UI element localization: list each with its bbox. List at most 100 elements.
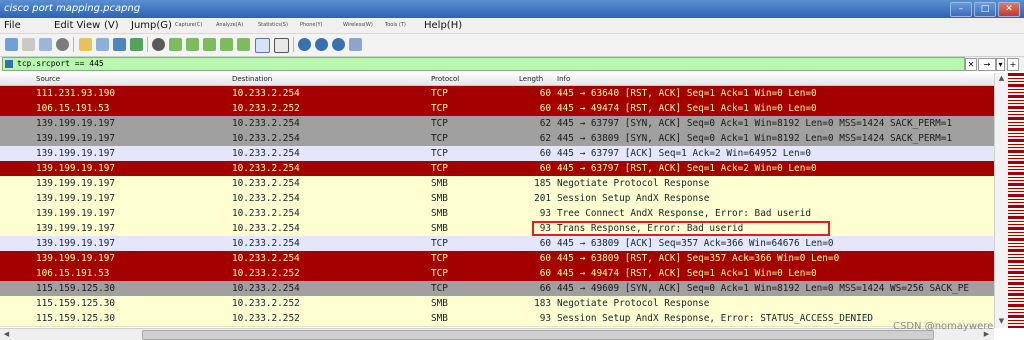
packet-info: 445 → 63809 [SYN, ACK] Seq=0 Ack=1 Win=8… <box>557 133 953 144</box>
clear-filter-icon[interactable]: ✕ <box>965 58 977 71</box>
packet-protocol: SMB <box>431 178 448 189</box>
menu-file[interactable]: File <box>4 18 21 33</box>
packet-length: 60 <box>539 253 551 264</box>
packet-destination: 10.233.2.254 <box>232 223 300 234</box>
packet-row[interactable]: 139.199.19.197 10.233.2.254 SMB 93 Tree Conn… <box>0 206 994 222</box>
packet-row[interactable]: 139.199.19.197 10.233.2.254 TCP 60 445 → 637… <box>0 146 994 162</box>
packet-row[interactable]: 139.199.19.197 10.233.2.254 TCP 62 445 → 637… <box>0 116 994 132</box>
normal-size-icon[interactable] <box>332 38 345 51</box>
column-protocol[interactable]: Protocol <box>431 73 459 85</box>
reload-icon[interactable] <box>130 38 143 51</box>
filter-history-icon[interactable]: ▾ <box>996 58 1005 71</box>
packet-protocol: SMB <box>431 193 448 204</box>
restart-capture-icon[interactable] <box>39 38 52 51</box>
packet-protocol: TCP <box>431 88 448 99</box>
packet-info: 445 → 63797 [ACK] Seq=1 Ack=2 Win=64952 … <box>557 148 811 159</box>
menu-analyze[interactable]: Analyze(A) <box>216 18 243 33</box>
packet-minimap[interactable] <box>1008 73 1024 328</box>
stop-capture-icon[interactable] <box>22 38 35 51</box>
packet-length: 62 <box>539 118 551 129</box>
packet-row[interactable]: 139.199.19.197 10.233.2.254 TCP 60 445 → 638… <box>0 236 994 252</box>
column-source[interactable]: Source <box>36 73 60 85</box>
horizontal-scrollbar[interactable]: ◀ ▶ <box>0 328 994 340</box>
column-info[interactable]: Info <box>557 73 570 85</box>
packet-row[interactable]: 139.199.19.197 10.233.2.254 SMB 201 Session … <box>0 191 994 207</box>
packet-destination: 10.233.2.252 <box>232 103 300 114</box>
menu-tools[interactable]: Tools (T) <box>385 18 406 33</box>
packet-source: 115.159.125.30 <box>36 298 116 309</box>
last-packet-icon[interactable] <box>237 38 250 51</box>
menu-edit-view[interactable]: Edit View <box>54 18 100 33</box>
packet-info: 445 → 63797 [RST, ACK] Seq=1 Ack=2 Win=0… <box>557 163 817 174</box>
packet-row[interactable]: 139.199.19.197 10.233.2.254 TCP 60 445 → 637… <box>0 161 994 177</box>
scroll-left-icon[interactable]: ◀ <box>2 330 11 339</box>
scroll-up-icon[interactable]: ▲ <box>997 74 1006 83</box>
packet-source: 139.199.19.197 <box>36 208 116 219</box>
autoscroll-icon[interactable] <box>255 38 270 53</box>
packet-destination: 10.233.2.252 <box>232 313 300 324</box>
packet-info: Session Setup AndX Response, Error: STAT… <box>557 313 874 324</box>
add-filter-icon[interactable]: + <box>1007 58 1019 71</box>
packet-source: 139.199.19.197 <box>36 193 116 204</box>
column-destination[interactable]: Destination <box>232 73 272 85</box>
display-filter-input[interactable]: tcp.srcport == 445 <box>2 57 965 71</box>
packet-destination: 10.233.2.254 <box>232 253 300 264</box>
packet-row[interactable]: 115.159.125.30 10.233.2.252 SMB 183 Negotiat… <box>0 296 994 312</box>
menu-view[interactable]: (V) <box>104 18 119 33</box>
zoom-in-icon[interactable] <box>298 38 311 51</box>
apply-filter-icon[interactable]: → <box>978 58 996 71</box>
resize-columns-icon[interactable] <box>349 38 362 51</box>
packet-row[interactable]: 106.15.191.53 10.233.2.252 TCP 60 445 → 4947… <box>0 101 994 117</box>
packet-length: 93 <box>539 208 551 219</box>
maximize-button[interactable]: □ <box>974 2 996 17</box>
capture-options-icon[interactable] <box>56 38 69 51</box>
packet-destination: 10.233.2.254 <box>232 193 300 204</box>
packet-source: 115.159.125.30 <box>36 283 116 294</box>
minimize-button[interactable]: – <box>950 2 972 17</box>
packet-row[interactable]: 139.199.19.197 10.233.2.254 SMB 93 Trans Res… <box>0 221 994 237</box>
go-to-packet-icon[interactable] <box>203 38 216 51</box>
close-file-icon[interactable] <box>113 38 126 51</box>
packet-length: 60 <box>539 238 551 249</box>
packet-row[interactable]: 139.199.19.197 10.233.2.254 TCP 62 445 → 638… <box>0 131 994 147</box>
packet-length: 60 <box>539 88 551 99</box>
menu-jump[interactable]: Jump(G) <box>131 18 172 33</box>
packet-destination: 10.233.2.252 <box>232 298 300 309</box>
go-back-icon[interactable] <box>169 38 182 51</box>
packet-source: 106.15.191.53 <box>36 268 110 279</box>
packet-info: 445 → 49474 [RST, ACK] Seq=1 Ack=1 Win=0… <box>557 268 817 279</box>
packet-length: 62 <box>539 133 551 144</box>
packet-destination: 10.233.2.254 <box>232 238 300 249</box>
menu-statistics[interactable]: Statistics(S) <box>258 18 288 33</box>
zoom-out-icon[interactable] <box>315 38 328 51</box>
window-controls: – □ ✕ <box>950 2 1020 17</box>
packet-row[interactable]: 139.199.19.197 10.233.2.254 SMB 185 Negotiat… <box>0 176 994 192</box>
packet-row[interactable]: 139.199.19.197 10.233.2.254 TCP 60 445 → 638… <box>0 251 994 267</box>
start-capture-icon[interactable] <box>5 38 18 51</box>
close-button[interactable]: ✕ <box>998 2 1020 17</box>
menu-capture[interactable]: Capture(C) <box>175 18 202 33</box>
menu-wireless[interactable]: Wireless(W) <box>343 18 373 33</box>
packet-row[interactable]: 106.15.191.53 10.233.2.252 TCP 60 445 → 4947… <box>0 266 994 282</box>
vertical-scrollbar[interactable]: ▲ ▼ <box>994 73 1008 328</box>
find-packet-icon[interactable] <box>152 38 165 51</box>
open-file-icon[interactable] <box>79 38 92 51</box>
packet-length: 60 <box>539 103 551 114</box>
packet-destination: 10.233.2.254 <box>232 178 300 189</box>
packet-row[interactable]: 115.159.125.30 10.233.2.254 TCP 66 445 → 496… <box>0 281 994 297</box>
go-forward-icon[interactable] <box>186 38 199 51</box>
menu-phone[interactable]: Phone(Y) <box>300 18 322 33</box>
column-length[interactable]: Length <box>519 73 543 85</box>
packet-row[interactable]: 115.159.125.30 10.233.2.252 SMB 93 Session S… <box>0 311 994 327</box>
bookmark-icon[interactable] <box>5 60 13 68</box>
packet-destination: 10.233.2.254 <box>232 163 300 174</box>
packet-info: 445 → 63809 [ACK] Seq=357 Ack=366 Win=64… <box>557 238 834 249</box>
colorize-icon[interactable] <box>274 38 289 53</box>
save-file-icon[interactable] <box>96 38 109 51</box>
first-packet-icon[interactable] <box>220 38 233 51</box>
packet-row[interactable]: 111.231.93.190 10.233.2.254 TCP 60 445 → 636… <box>0 86 994 102</box>
watermark: CSDN @nomaywere <box>893 321 994 332</box>
scroll-down-icon[interactable]: ▼ <box>997 317 1006 326</box>
packet-info: Negotiate Protocol Response <box>557 178 710 189</box>
menu-help[interactable]: Help(H) <box>424 18 462 33</box>
